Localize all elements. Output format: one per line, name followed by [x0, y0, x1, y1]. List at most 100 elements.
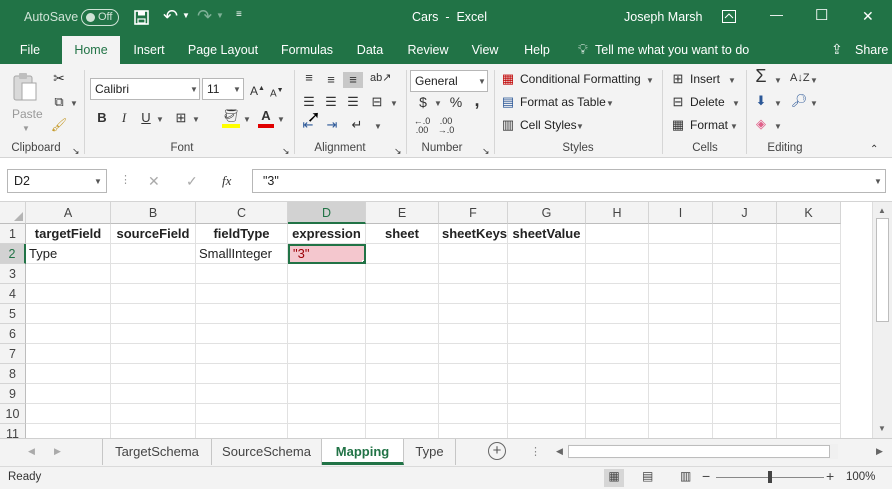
user-name[interactable]: Joseph Marsh: [624, 10, 703, 24]
format-as-table-dropdown-icon[interactable]: ▼: [606, 99, 614, 108]
next-sheet-icon[interactable]: ▶: [54, 446, 61, 457]
align-right-icon[interactable]: ☰: [344, 94, 362, 110]
cell-g7[interactable]: [508, 344, 586, 364]
cell-d7[interactable]: [288, 344, 366, 364]
row-header-3[interactable]: 3: [0, 264, 26, 284]
vertical-scroll-thumb[interactable]: [876, 218, 889, 322]
insert-cells-dropdown-icon[interactable]: ▼: [728, 76, 736, 85]
collapse-ribbon-icon[interactable]: ⌃: [870, 142, 878, 158]
cell-i4[interactable]: [649, 284, 713, 304]
autosum-dropdown-icon[interactable]: ▼: [774, 76, 782, 85]
minimize-button[interactable]: —: [770, 7, 783, 22]
paste-dropdown-icon[interactable]: ▼: [22, 124, 30, 133]
cell-d10[interactable]: [288, 404, 366, 424]
cell-d9[interactable]: [288, 384, 366, 404]
cell-g3[interactable]: [508, 264, 586, 284]
cell-d6[interactable]: [288, 324, 366, 344]
row-header-6[interactable]: 6: [0, 324, 26, 344]
cell-h3[interactable]: [586, 264, 649, 284]
scroll-down-icon[interactable]: ▼: [878, 424, 886, 433]
cell-c10[interactable]: [196, 404, 288, 424]
cell-e7[interactable]: [366, 344, 439, 364]
sheet-tab-sourceschema[interactable]: SourceSchema: [212, 439, 322, 465]
cell-b8[interactable]: [111, 364, 196, 384]
cell-g8[interactable]: [508, 364, 586, 384]
cell-f8[interactable]: [439, 364, 508, 384]
cell-f6[interactable]: [439, 324, 508, 344]
cell-k2[interactable]: [777, 244, 841, 264]
wrap-text-icon[interactable]: ↵: [348, 117, 366, 133]
cell-j11[interactable]: [713, 424, 777, 438]
cell-i1[interactable]: [649, 224, 713, 244]
tab-home[interactable]: Home: [62, 36, 120, 64]
tab-formulas[interactable]: Formulas: [274, 36, 340, 64]
save-icon[interactable]: [134, 10, 149, 25]
cell-a4[interactable]: [26, 284, 111, 304]
name-box-dropdown-icon[interactable]: ▼: [94, 177, 102, 186]
cell-i8[interactable]: [649, 364, 713, 384]
cell-j4[interactable]: [713, 284, 777, 304]
decrease-decimal-icon[interactable]: .00 →.0: [436, 117, 456, 135]
decrease-font-icon[interactable]: A▼: [270, 83, 284, 102]
fill-icon[interactable]: ⬇: [752, 93, 770, 109]
undo-icon[interactable]: ↶: [163, 6, 178, 27]
font-color-dropdown-icon[interactable]: ▼: [277, 115, 285, 124]
cell-k8[interactable]: [777, 364, 841, 384]
cell-h11[interactable]: [586, 424, 649, 438]
cell-d8[interactable]: [288, 364, 366, 384]
merge-center-icon[interactable]: ⊟: [368, 94, 386, 110]
center-icon[interactable]: ☰: [322, 94, 340, 110]
cell-g11[interactable]: [508, 424, 586, 438]
row-header-8[interactable]: 8: [0, 364, 26, 384]
row-header-1[interactable]: 1: [0, 224, 26, 244]
cell-a6[interactable]: [26, 324, 111, 344]
bold-button[interactable]: B: [94, 110, 110, 126]
scroll-left-icon[interactable]: ◀: [556, 446, 563, 457]
italic-button[interactable]: I: [116, 110, 132, 126]
cell-j1[interactable]: [713, 224, 777, 244]
merge-dropdown-icon[interactable]: ▼: [390, 99, 398, 108]
cell-c3[interactable]: [196, 264, 288, 284]
fill-dropdown-icon[interactable]: ▼: [774, 99, 782, 108]
cell-e1[interactable]: sheet: [366, 224, 439, 244]
cell-d2[interactable]: "3": [288, 244, 366, 264]
format-cells-icon[interactable]: ▦: [670, 117, 686, 133]
cell-f3[interactable]: [439, 264, 508, 284]
cell-f10[interactable]: [439, 404, 508, 424]
scroll-right-icon[interactable]: ▶: [876, 446, 883, 457]
cell-h6[interactable]: [586, 324, 649, 344]
cell-g1[interactable]: sheetValue: [508, 224, 586, 244]
cell-d1[interactable]: expression: [288, 224, 366, 244]
sort-filter-icon[interactable]: A↓Z: [790, 70, 810, 86]
cell-j10[interactable]: [713, 404, 777, 424]
cell-e4[interactable]: [366, 284, 439, 304]
cell-j9[interactable]: [713, 384, 777, 404]
cell-b2[interactable]: [111, 244, 196, 264]
insert-cells-button[interactable]: Insert: [690, 72, 720, 86]
font-name-dropdown-icon[interactable]: ▼: [190, 85, 198, 94]
cell-g10[interactable]: [508, 404, 586, 424]
cell-c11[interactable]: [196, 424, 288, 438]
cell-h4[interactable]: [586, 284, 649, 304]
cut-icon[interactable]: ✂: [50, 70, 68, 86]
cell-e5[interactable]: [366, 304, 439, 324]
cell-h10[interactable]: [586, 404, 649, 424]
cell-i2[interactable]: [649, 244, 713, 264]
cell-c8[interactable]: [196, 364, 288, 384]
tab-split-handle-icon[interactable]: ⋮: [530, 445, 541, 458]
cell-i11[interactable]: [649, 424, 713, 438]
cell-j3[interactable]: [713, 264, 777, 284]
copy-dropdown-icon[interactable]: ▼: [70, 99, 78, 108]
cell-j2[interactable]: [713, 244, 777, 264]
cell-i9[interactable]: [649, 384, 713, 404]
zoom-slider-thumb[interactable]: [768, 471, 772, 483]
increase-decimal-icon[interactable]: ←.0.00: [412, 117, 432, 135]
top-align-icon[interactable]: ≡: [300, 70, 318, 86]
conditional-formatting-dropdown-icon[interactable]: ▼: [646, 76, 654, 85]
column-header-j[interactable]: J: [713, 202, 777, 224]
cell-e6[interactable]: [366, 324, 439, 344]
horizontal-scrollbar[interactable]: [568, 444, 838, 459]
page-layout-view-icon[interactable]: ▤: [642, 469, 653, 483]
column-header-b[interactable]: B: [111, 202, 196, 224]
cell-f1[interactable]: sheetKeys: [439, 224, 508, 244]
